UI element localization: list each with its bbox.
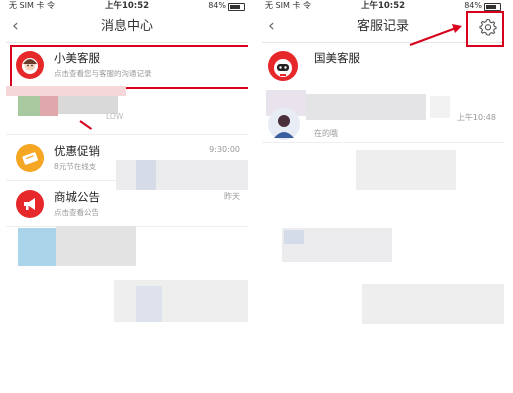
annotation-arrow-gear (409, 24, 462, 46)
